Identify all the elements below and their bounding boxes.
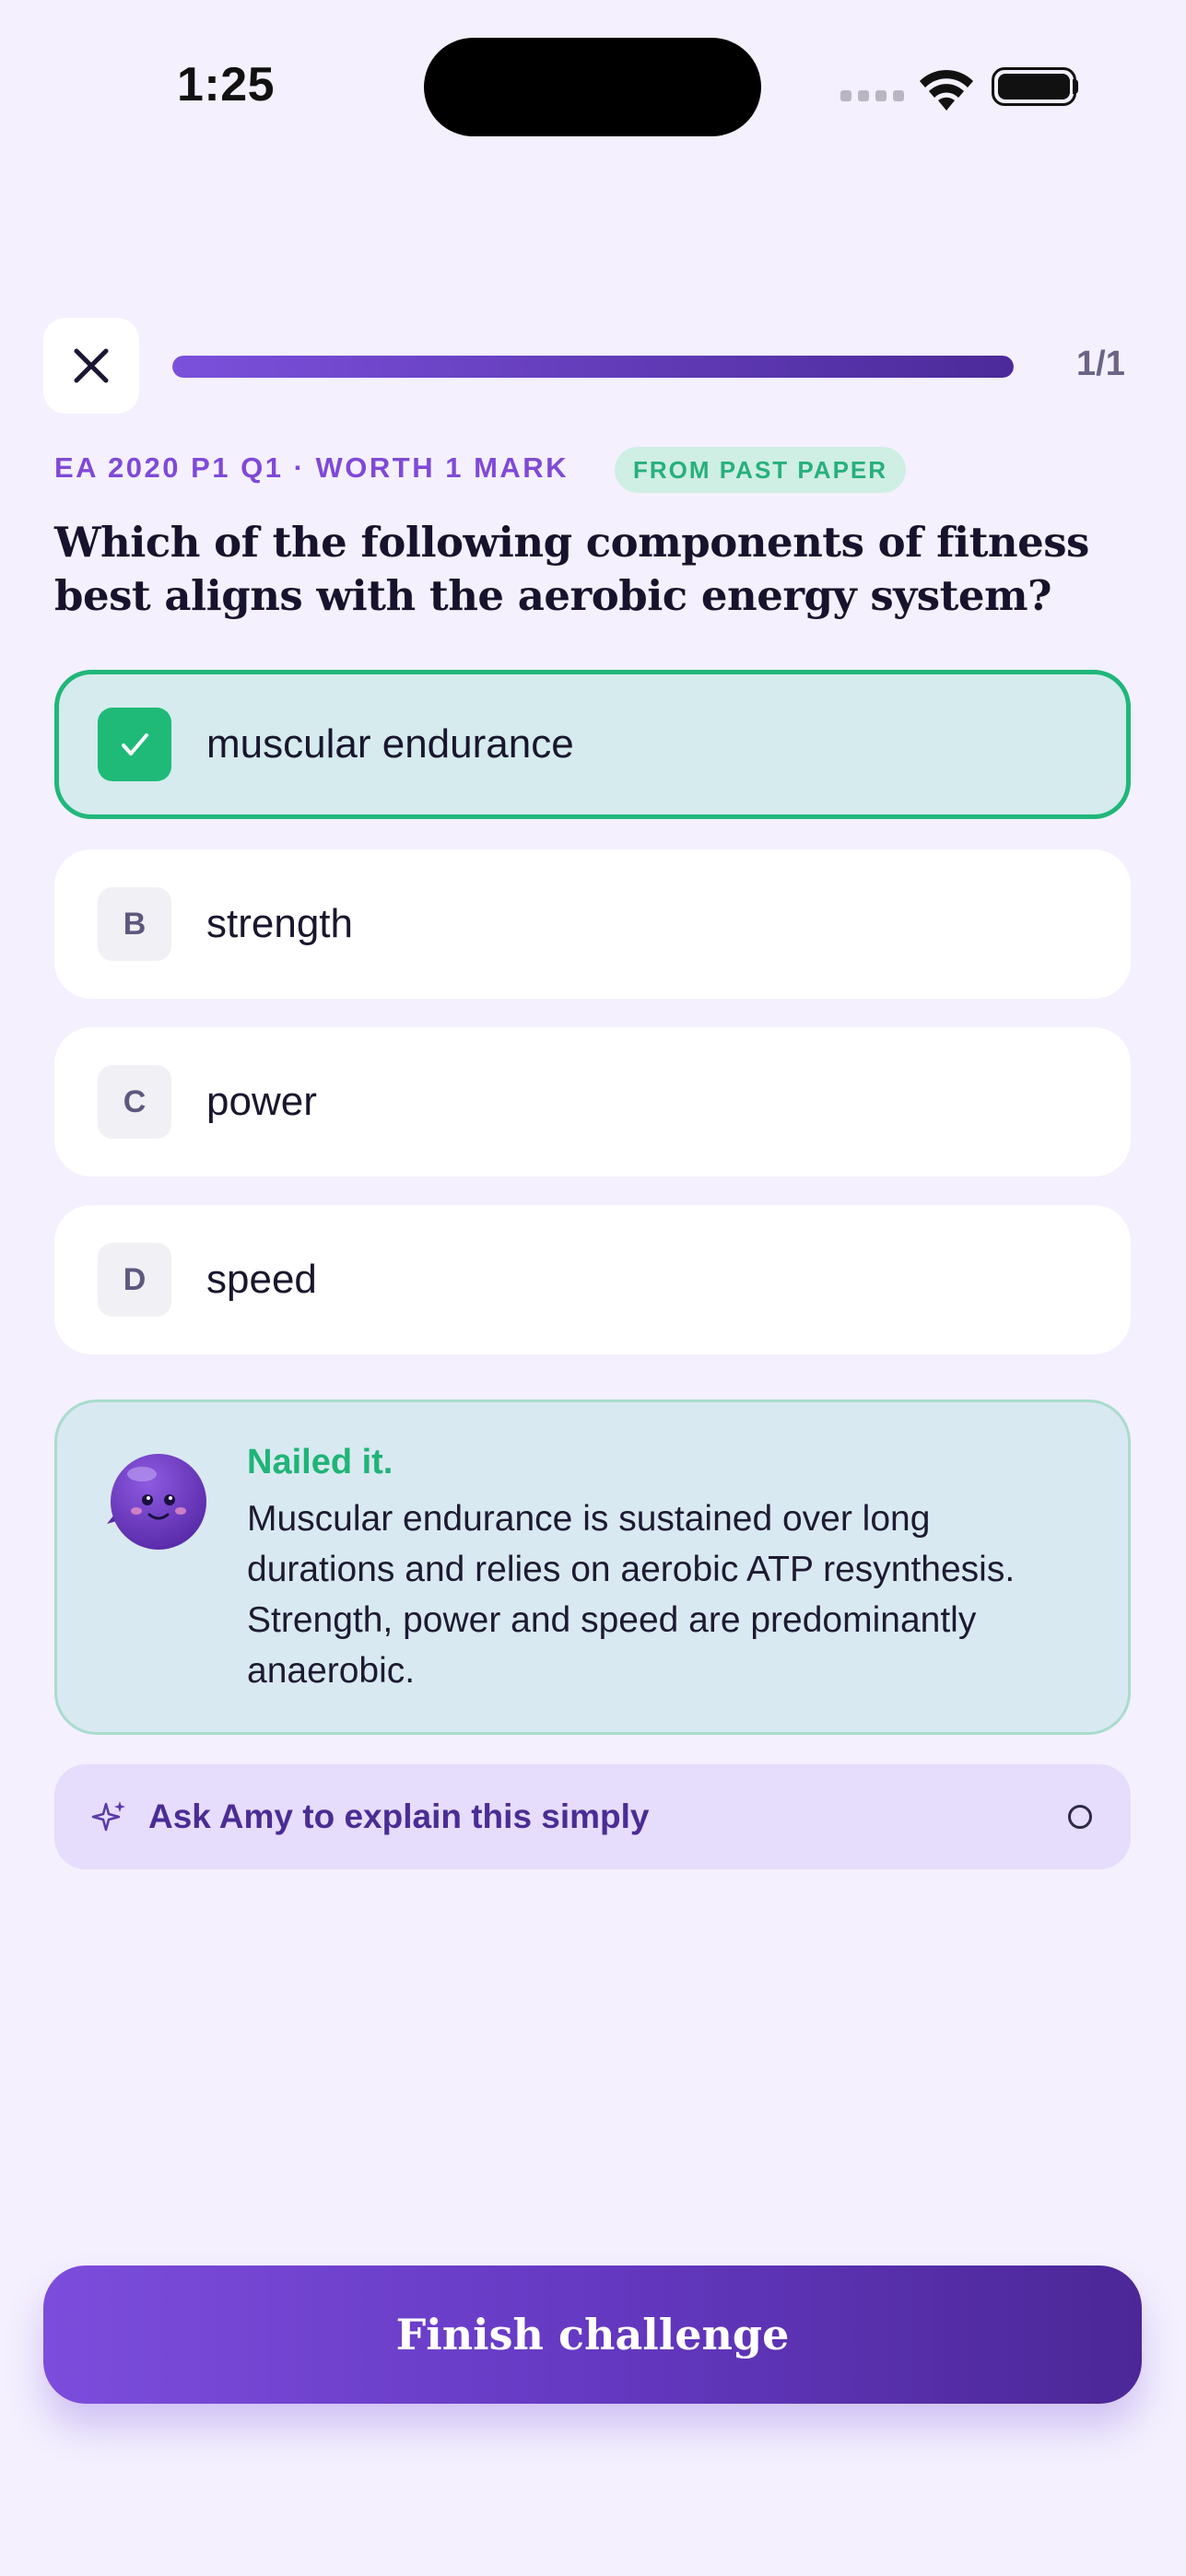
option-d[interactable]: D speed [54,1205,1131,1354]
option-a-text: muscular endurance [206,721,574,767]
close-button[interactable] [43,318,139,414]
option-b-text: strength [206,901,353,946]
battery-icon [992,67,1076,106]
mascot-avatar [107,1454,206,1550]
finish-challenge-button[interactable]: Finish challenge [43,2266,1142,2404]
option-c[interactable]: C power [54,1027,1131,1177]
option-a-marker [98,708,171,781]
battery-cap [1073,79,1078,94]
wifi-icon [920,69,973,111]
option-c-text: power [206,1079,317,1124]
progress-bar [172,356,1014,378]
ask-amy-label: Ask Amy to explain this simply [148,1797,650,1835]
option-b[interactable]: B strength [54,849,1131,999]
status-time: 1:25 [177,58,276,111]
question-counter: 1/1 [1076,345,1125,383]
option-d-text: speed [206,1257,317,1302]
option-c-letter: C [98,1065,171,1139]
loading-ring-icon [1068,1805,1092,1829]
past-paper-badge: FROM PAST PAPER [615,447,907,493]
question-meta: EA 2020 P1 Q1 · WORTH 1 MARK [54,451,570,484]
progress-fill [172,356,1014,378]
cellular-signal-icon [840,90,904,101]
feedback-body: Muscular endurance is sustained over lon… [247,1499,1016,1691]
option-a[interactable]: muscular endurance [54,670,1131,819]
option-b-letter: B [98,887,171,961]
ask-amy-button[interactable]: Ask Amy to explain this simply [54,1764,1131,1869]
dynamic-island [424,38,761,136]
feedback-card: Nailed it. Muscular endurance is sustain… [54,1399,1131,1735]
option-d-letter: D [98,1243,171,1317]
feedback-title: Nailed it. [247,1443,393,1481]
check-icon [122,733,148,755]
close-icon [74,348,109,383]
sparkle-icon [91,1801,125,1832]
question-text: Which of the following components of fit… [54,518,1089,620]
